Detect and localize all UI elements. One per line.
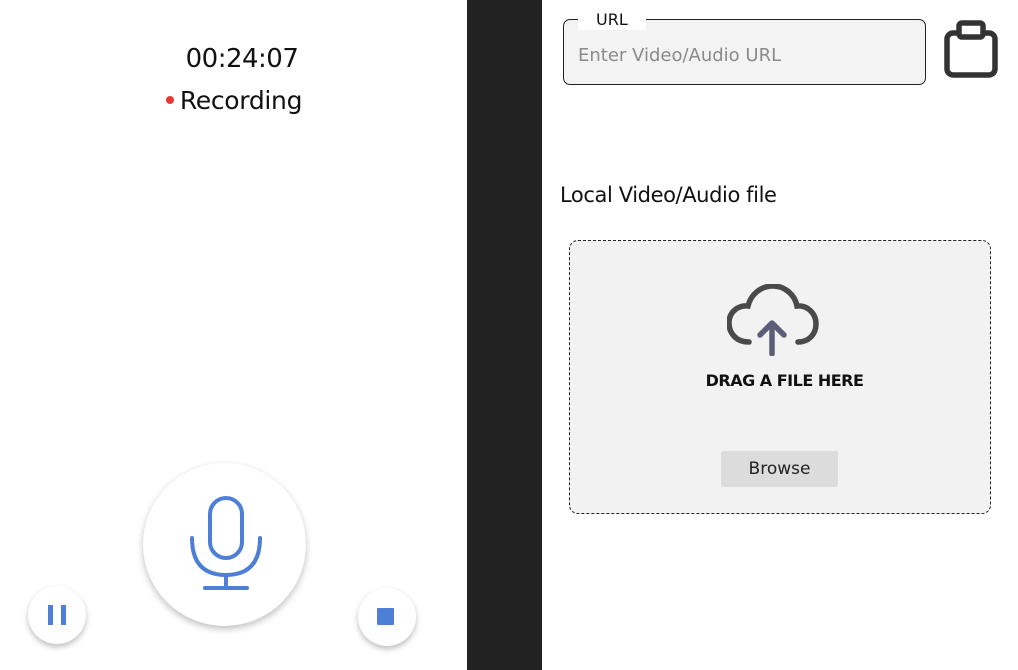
pause-button[interactable] xyxy=(28,586,86,644)
stop-button[interactable] xyxy=(358,588,416,646)
recording-timer: 00:24:07 xyxy=(185,44,299,74)
url-input[interactable] xyxy=(578,40,908,70)
recording-dot-icon xyxy=(165,96,174,104)
recording-status: Recording xyxy=(0,86,468,115)
microphone-icon xyxy=(190,496,262,590)
microphone-button[interactable] xyxy=(143,463,306,626)
url-label: URL xyxy=(578,10,646,30)
pause-icon-bar xyxy=(61,605,66,625)
stop-icon xyxy=(377,608,394,625)
cloud-upload-icon xyxy=(727,284,819,356)
clipboard-icon xyxy=(944,20,998,78)
recorder-panel: 00:24:07 Recording xyxy=(0,0,467,670)
import-panel: URL Local Video/Audio file DRAG A FILE H… xyxy=(542,0,1018,670)
local-file-title: Local Video/Audio file xyxy=(560,183,777,207)
pause-icon xyxy=(48,605,53,625)
drop-instruction: DRAG A FILE HERE xyxy=(705,371,864,390)
file-dropzone[interactable]: DRAG A FILE HERE Browse xyxy=(569,240,991,514)
recording-status-label: Recording xyxy=(179,86,303,115)
browse-button[interactable]: Browse xyxy=(721,451,838,487)
paste-button[interactable] xyxy=(942,20,1002,80)
panel-divider xyxy=(467,0,542,670)
